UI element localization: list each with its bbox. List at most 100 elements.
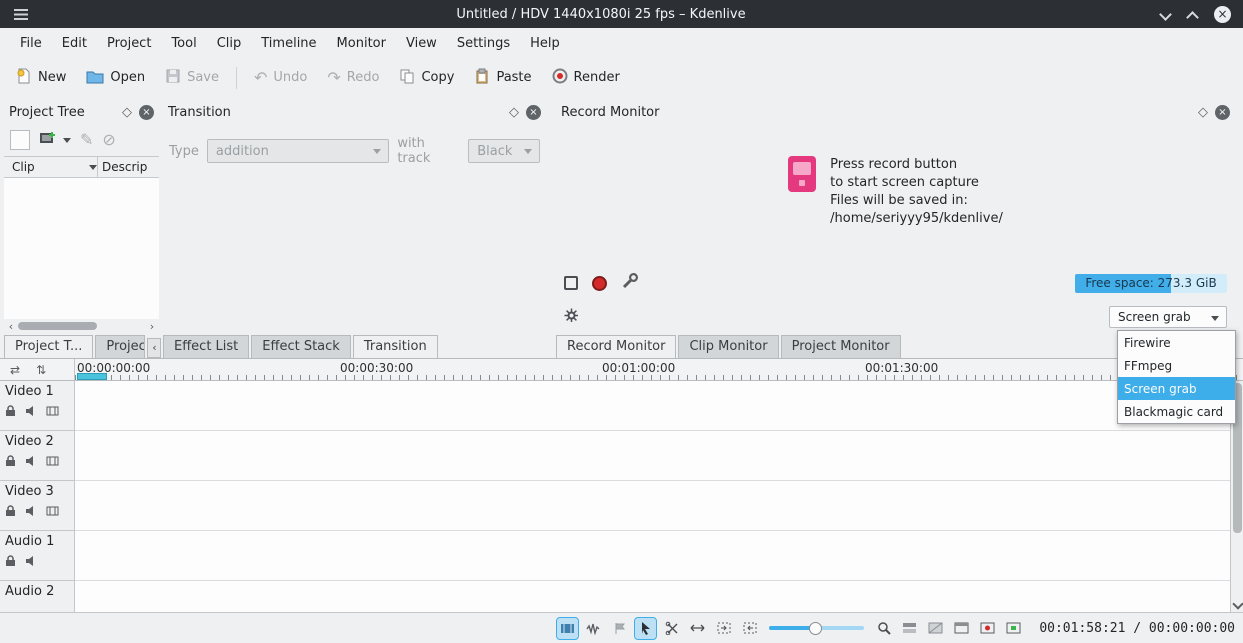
menu-view[interactable]: View xyxy=(396,31,447,56)
record-button[interactable] xyxy=(592,276,607,291)
float-panel-icon[interactable]: ◇ xyxy=(1198,105,1208,120)
tab-project-2[interactable]: Projec xyxy=(95,335,145,358)
project-tree-hscrollbar[interactable]: ‹ › xyxy=(4,319,159,333)
close-panel-icon[interactable]: × xyxy=(1215,105,1230,120)
maximize-icon[interactable] xyxy=(1187,9,1198,20)
menu-monitor[interactable]: Monitor xyxy=(327,31,396,56)
audio-status-icon[interactable] xyxy=(1003,618,1024,639)
undo-button[interactable]: ↶ Undo xyxy=(245,65,316,91)
paste-icon xyxy=(474,68,490,88)
record-status-icon[interactable] xyxy=(977,618,998,639)
save-button[interactable]: Save xyxy=(156,63,228,93)
new-button[interactable]: New xyxy=(6,62,75,93)
project-tree-list[interactable] xyxy=(4,178,159,319)
show-video-thumbnails-button[interactable] xyxy=(557,618,578,639)
track-thumbnails-icon[interactable] xyxy=(46,455,59,471)
column-description[interactable]: Descrip xyxy=(98,160,159,174)
open-button[interactable]: Open xyxy=(77,63,154,93)
timeline-lanes[interactable] xyxy=(75,381,1230,612)
edit-clip-icon[interactable]: ✎ xyxy=(80,132,93,148)
capture-option-screen-grab[interactable]: Screen grab xyxy=(1118,377,1235,400)
minimize-icon[interactable] xyxy=(1160,9,1171,20)
track-thumbnails-icon[interactable] xyxy=(46,405,59,421)
timeline-zone-marker[interactable] xyxy=(77,373,107,380)
transition-type-select[interactable]: addition xyxy=(207,139,389,163)
tab-transition[interactable]: Transition xyxy=(353,335,438,358)
show-audio-thumbnails-button[interactable] xyxy=(583,618,604,639)
menu-file[interactable]: File xyxy=(10,31,52,56)
stop-button[interactable] xyxy=(564,276,578,290)
close-icon[interactable]: × xyxy=(1214,6,1231,23)
tab-scroll-left-icon[interactable]: ‹ xyxy=(147,338,161,358)
fit-zoom-button[interactable] xyxy=(873,618,894,639)
track-lock-icon[interactable] xyxy=(5,405,16,421)
float-panel-icon[interactable]: ◇ xyxy=(122,105,132,120)
hscroll-thumb[interactable] xyxy=(18,322,97,330)
menu-tool[interactable]: Tool xyxy=(161,31,206,56)
razor-tool-button[interactable] xyxy=(661,618,682,639)
split-audio-button[interactable] xyxy=(899,618,920,639)
track-lock-icon[interactable] xyxy=(5,505,16,521)
show-title-bars-button[interactable] xyxy=(951,618,972,639)
delete-clip-icon[interactable]: ⊘ xyxy=(102,132,115,148)
menu-help[interactable]: Help xyxy=(520,31,570,56)
menu-timeline[interactable]: Timeline xyxy=(251,31,326,56)
close-panel-icon[interactable]: × xyxy=(526,105,541,120)
tab-effect-list[interactable]: Effect List xyxy=(163,335,249,358)
scroll-down-icon[interactable] xyxy=(1233,600,1242,609)
gear-icon[interactable] xyxy=(564,308,579,327)
capture-option-blackmagic[interactable]: Blackmagic card xyxy=(1118,400,1235,423)
tab-project-monitor[interactable]: Project Monitor xyxy=(781,335,901,358)
configure-capture-icon[interactable] xyxy=(621,272,639,294)
column-sort-icon[interactable] xyxy=(89,165,97,170)
tab-record-monitor[interactable]: Record Monitor xyxy=(556,335,676,358)
capture-option-ffmpeg[interactable]: FFmpeg xyxy=(1118,354,1235,377)
menu-clip[interactable]: Clip xyxy=(207,31,252,56)
menu-settings[interactable]: Settings xyxy=(447,31,520,56)
track-lane-video1[interactable] xyxy=(75,381,1230,431)
track-lane-audio2[interactable] xyxy=(75,581,1230,612)
scroll-left-icon[interactable]: ‹ xyxy=(4,320,18,333)
track-lock-icon[interactable] xyxy=(5,455,16,471)
paste-button[interactable]: Paste xyxy=(465,63,540,93)
fit-vertical-icon[interactable]: ⇅ xyxy=(36,363,46,377)
render-button[interactable]: Render xyxy=(543,63,629,93)
tab-effect-stack[interactable]: Effect Stack xyxy=(251,335,351,358)
column-clip[interactable]: Clip xyxy=(12,160,35,174)
menu-edit[interactable]: Edit xyxy=(52,31,97,56)
tab-clip-monitor[interactable]: Clip Monitor xyxy=(678,335,778,358)
zoom-slider-handle[interactable] xyxy=(809,622,822,635)
zone-start-button[interactable] xyxy=(713,618,734,639)
track-lane-video2[interactable] xyxy=(75,431,1230,481)
ruler-mark-1: 00:00:30:00 xyxy=(340,361,413,375)
track-mute-icon[interactable] xyxy=(25,505,37,521)
track-mute-icon[interactable] xyxy=(25,455,37,471)
zoom-slider[interactable] xyxy=(769,618,864,639)
capture-option-firewire[interactable]: Firewire xyxy=(1118,331,1235,354)
track-mute-icon[interactable] xyxy=(25,555,37,571)
float-panel-icon[interactable]: ◇ xyxy=(509,105,519,120)
track-lane-audio1[interactable] xyxy=(75,531,1230,581)
capture-source-select[interactable]: Screen grab xyxy=(1109,306,1227,328)
automatic-transition-button[interactable] xyxy=(925,618,946,639)
redo-button[interactable]: ↷ Redo xyxy=(318,65,388,91)
spacer-tool-button[interactable] xyxy=(687,618,708,639)
app-menu-icon[interactable] xyxy=(14,9,28,20)
show-markers-button[interactable] xyxy=(609,618,630,639)
menu-project[interactable]: Project xyxy=(97,31,161,56)
copy-button[interactable]: Copy xyxy=(390,63,463,93)
fit-horizontal-icon[interactable]: ⇄ xyxy=(10,363,20,377)
add-clip-icon[interactable] xyxy=(39,130,57,150)
close-panel-icon[interactable]: × xyxy=(139,105,154,120)
track-mute-icon[interactable] xyxy=(25,405,37,421)
transition-track-select[interactable]: Black xyxy=(468,139,540,163)
add-clip-dropdown-icon[interactable] xyxy=(63,138,71,143)
track-lock-icon[interactable] xyxy=(5,555,16,571)
track-lane-video3[interactable] xyxy=(75,481,1230,531)
tab-project-tree[interactable]: Project T... xyxy=(4,335,93,358)
timeline-ruler[interactable]: 00:00:00:00 00:00:30:00 00:01:00:00 00:0… xyxy=(75,359,1243,380)
track-thumbnails-icon[interactable] xyxy=(46,505,59,521)
select-tool-button[interactable] xyxy=(635,618,656,639)
scroll-right-icon[interactable]: › xyxy=(145,320,159,333)
zone-end-button[interactable] xyxy=(739,618,760,639)
